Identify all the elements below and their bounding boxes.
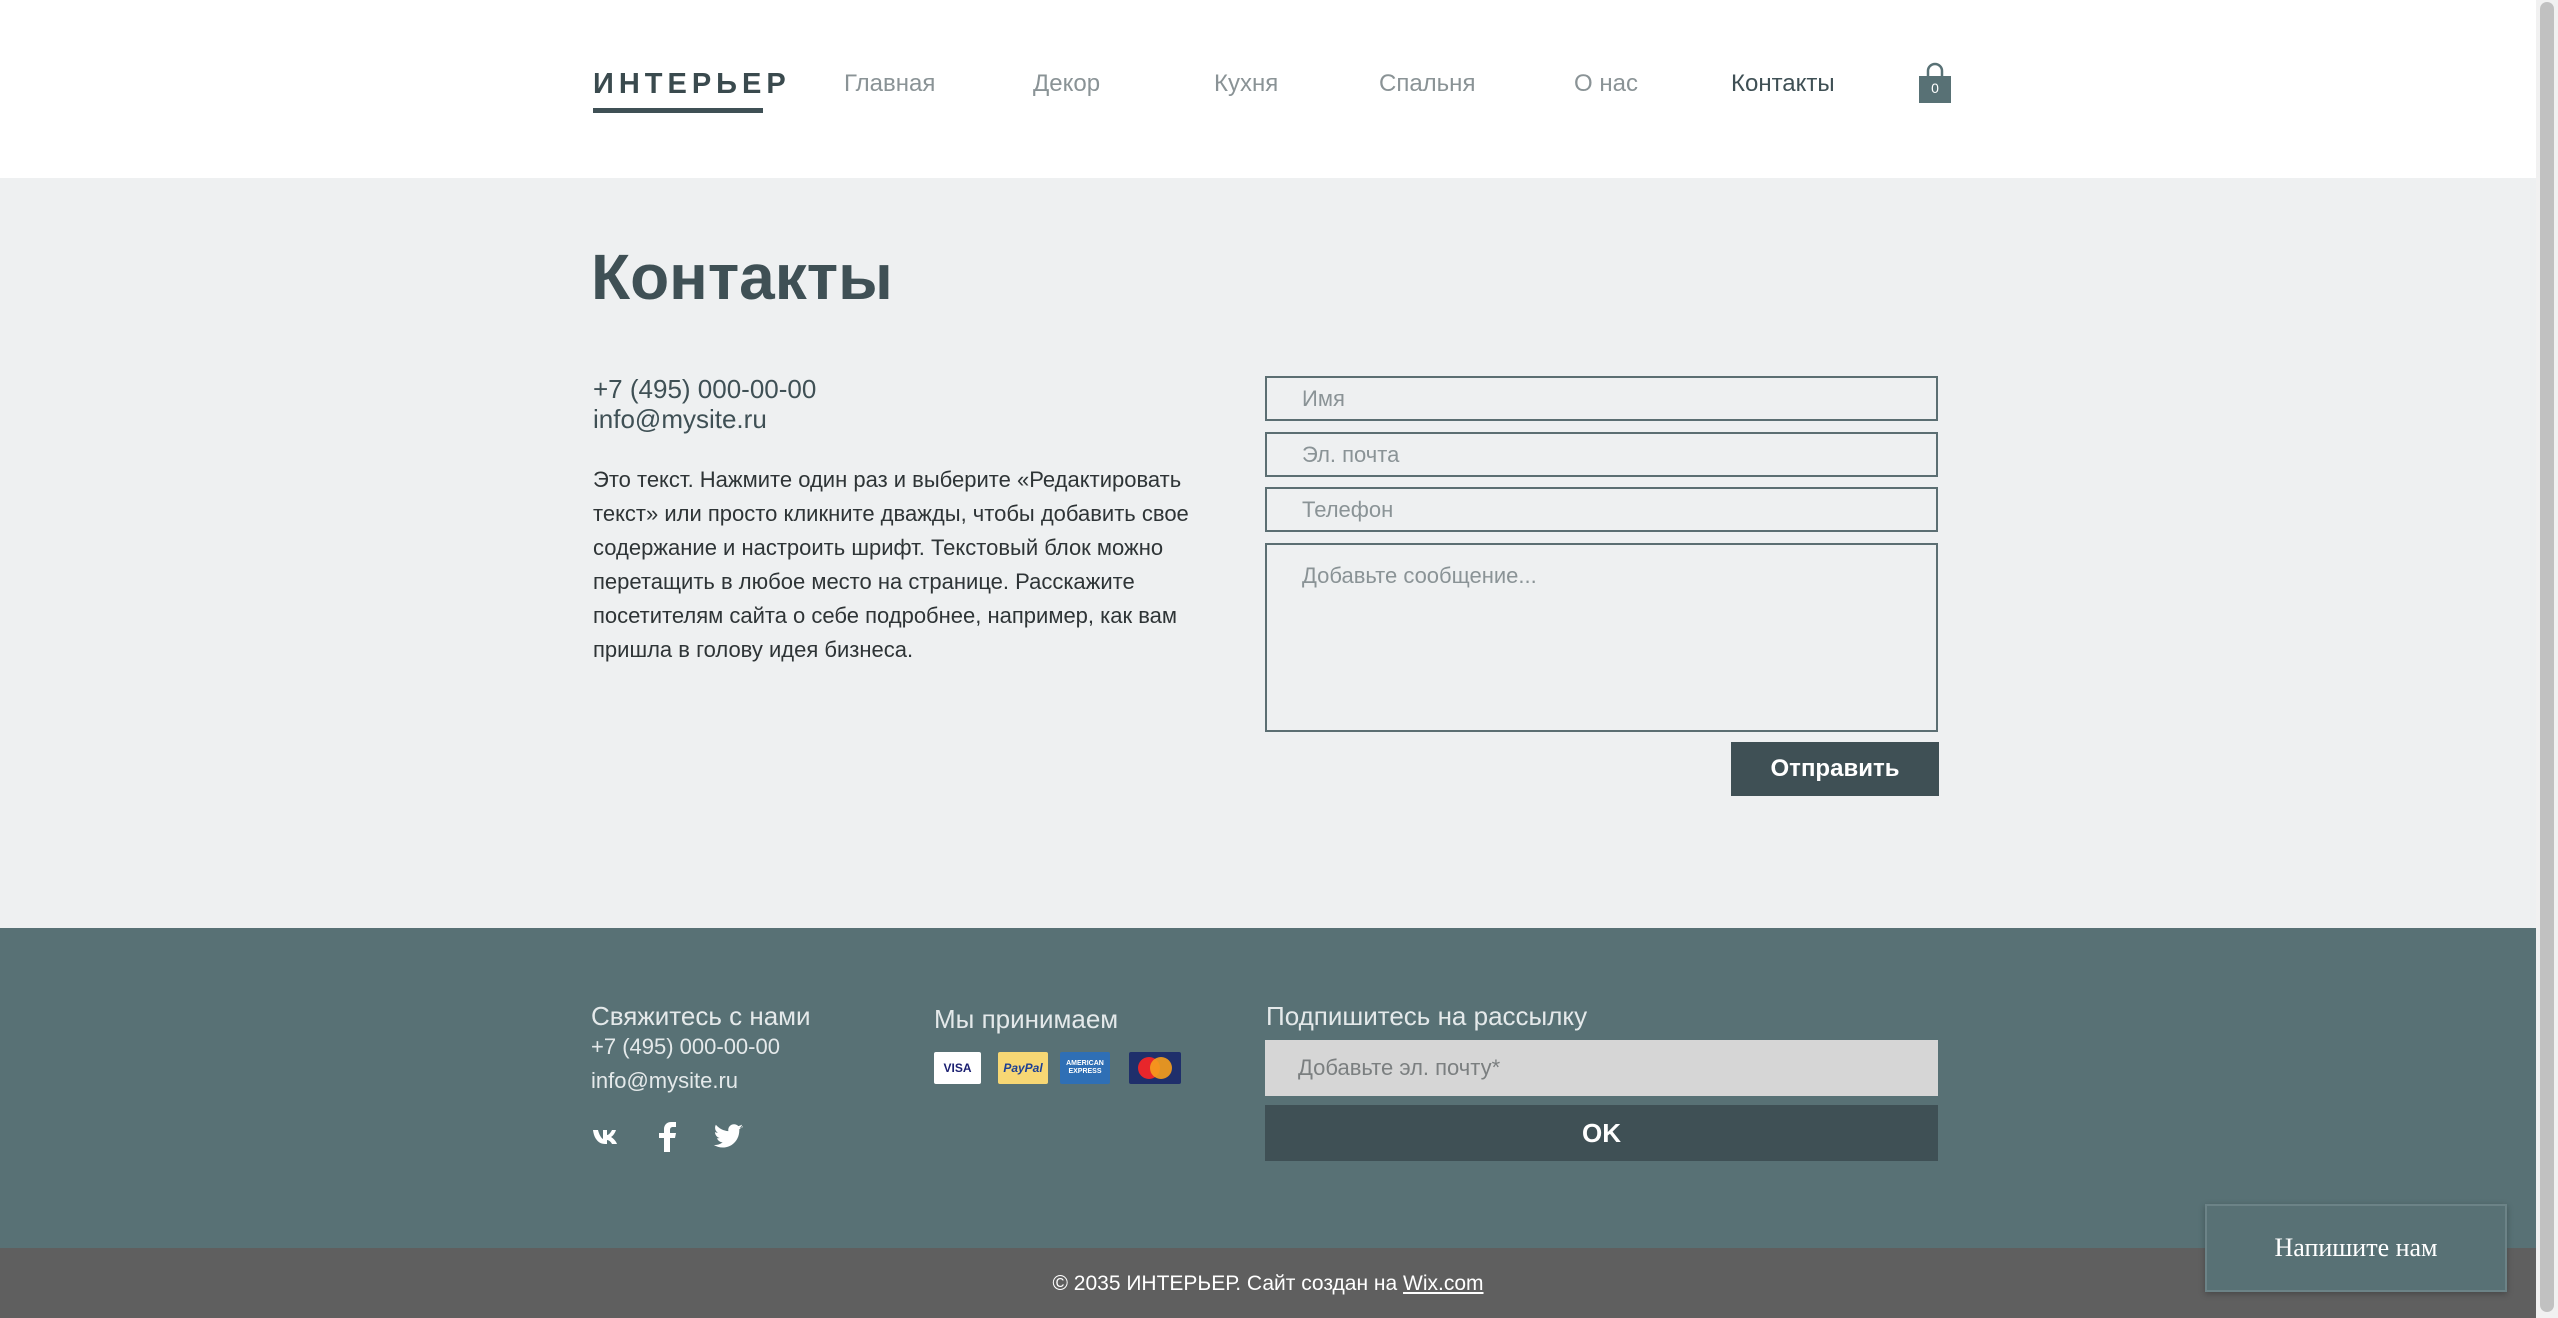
site-header: ИНТЕРЬЕР Главная Декор Кухня Спальня О н… bbox=[0, 0, 2536, 178]
nav-item-contacts[interactable]: Контакты bbox=[1731, 70, 1835, 98]
cart-button[interactable]: 0 bbox=[1917, 60, 1953, 104]
footer-contact-heading: Свяжитесь с нами bbox=[591, 1001, 811, 1031]
nav-item-bedroom[interactable]: Спальня bbox=[1379, 70, 1475, 98]
message-field[interactable] bbox=[1265, 543, 1938, 732]
amex-label: AMERICAN EXPRESS bbox=[1066, 1060, 1104, 1075]
copyright: © 2035 ИНТЕРЬЕР. Сайт создан на Wix.com bbox=[0, 1272, 2536, 1296]
amex-icon: AMERICAN EXPRESS bbox=[1060, 1052, 1110, 1084]
paypal-label: PayPal bbox=[1003, 1061, 1043, 1075]
name-field[interactable] bbox=[1265, 376, 1938, 421]
paypal-icon: PayPal bbox=[998, 1052, 1048, 1084]
scrollbar-thumb[interactable] bbox=[2540, 2, 2554, 1312]
copyright-text: © 2035 ИНТЕРЬЕР. Сайт создан на bbox=[1052, 1272, 1404, 1295]
bottom-bar: © 2035 ИНТЕРЬЕР. Сайт создан на Wix.com bbox=[0, 1248, 2536, 1318]
nav-item-kitchen[interactable]: Кухня bbox=[1214, 70, 1278, 98]
footer-newsletter-heading: Подпишитесь на рассылку bbox=[1266, 1001, 1588, 1031]
visa-label: VISA bbox=[943, 1061, 972, 1075]
about-text: Это текст. Нажмите один раз и выберите «… bbox=[593, 467, 1189, 662]
chat-button[interactable]: Напишите нам bbox=[2205, 1204, 2507, 1292]
newsletter-email-input[interactable] bbox=[1265, 1040, 1938, 1096]
email-field[interactable] bbox=[1265, 432, 1938, 477]
nav-item-home[interactable]: Главная bbox=[844, 70, 935, 98]
site-logo[interactable]: ИНТЕРЬЕР bbox=[593, 68, 791, 101]
mastercard-icon bbox=[1129, 1052, 1181, 1084]
vk-icon[interactable] bbox=[590, 1118, 626, 1154]
phone-field[interactable] bbox=[1265, 487, 1938, 532]
mastercard-logo bbox=[1138, 1057, 1172, 1079]
twitter-icon[interactable] bbox=[710, 1118, 746, 1154]
contact-phone: +7 (495) 000-00-00 bbox=[593, 374, 817, 404]
logo-underline bbox=[593, 108, 763, 113]
footer-payments-heading: Мы принимаем bbox=[934, 1004, 1119, 1034]
footer-email[interactable]: info@mysite.ru bbox=[591, 1068, 738, 1094]
nav-item-decor[interactable]: Декор bbox=[1033, 70, 1100, 98]
facebook-icon[interactable] bbox=[650, 1118, 686, 1154]
cart-count: 0 bbox=[1931, 80, 1939, 96]
submit-button[interactable]: Отправить bbox=[1731, 742, 1939, 796]
newsletter-submit-button[interactable]: OK bbox=[1265, 1105, 1938, 1161]
footer-phone: +7 (495) 000-00-00 bbox=[591, 1034, 780, 1059]
wix-link[interactable]: Wix.com bbox=[1403, 1272, 1484, 1295]
contact-email: info@mysite.ru bbox=[593, 404, 767, 434]
page-title: Контакты bbox=[591, 241, 893, 313]
visa-icon: VISA bbox=[934, 1052, 981, 1084]
nav-item-about[interactable]: О нас bbox=[1574, 70, 1638, 98]
scrollbar[interactable] bbox=[2536, 0, 2558, 1318]
